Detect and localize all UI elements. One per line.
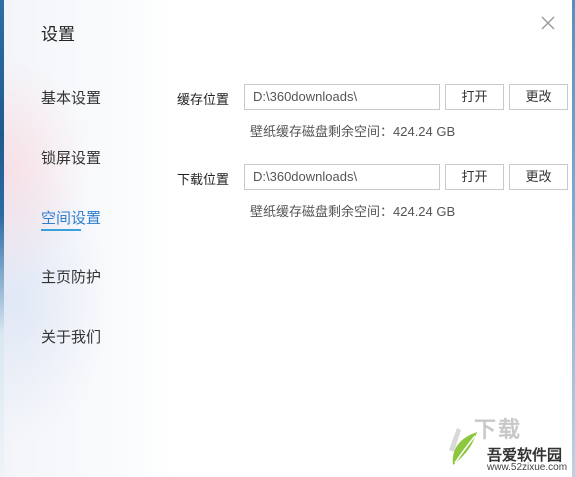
download-location-label: 下载位置 [177, 172, 230, 187]
cache-path-field[interactable]: D:\360downloads\ [244, 84, 440, 110]
sidebar-item-about-us[interactable]: 关于我们 [41, 326, 101, 347]
watermark-url: www.52zixue.com [487, 462, 568, 473]
download-path-field[interactable]: D:\360downloads\ [244, 164, 440, 190]
sidebar-item-basic-settings[interactable]: 基本设置 [41, 87, 101, 108]
sidebar-item-homepage-protection[interactable]: 主页防护 [41, 266, 101, 287]
cache-space-info: 壁纸缓存磁盘剩余空间：424.24 GB [250, 124, 456, 139]
download-space-info: 壁纸缓存磁盘剩余空间：424.24 GB [250, 204, 456, 219]
download-change-button[interactable]: 更改 [509, 164, 568, 190]
sidebar-item-space-settings[interactable]: 空间设置 [41, 207, 101, 228]
watermark-download-text: 下载 [474, 417, 523, 442]
active-tab-underline [41, 229, 81, 231]
cache-location-label: 缓存位置 [177, 92, 230, 107]
sidebar: 设置 基本设置 锁屏设置 空间设置 主页防护 关于我们 [4, 0, 174, 477]
settings-title: 设置 [41, 25, 75, 44]
sidebar-item-lockscreen-settings[interactable]: 锁屏设置 [41, 147, 101, 168]
cache-change-button[interactable]: 更改 [509, 84, 568, 110]
settings-window: 设置 基本设置 锁屏设置 空间设置 主页防护 关于我们 缓存位置 D:\360d… [4, 0, 572, 477]
close-icon[interactable] [538, 13, 558, 33]
cache-open-button[interactable]: 打开 [445, 84, 504, 110]
download-open-button[interactable]: 打开 [445, 164, 504, 190]
